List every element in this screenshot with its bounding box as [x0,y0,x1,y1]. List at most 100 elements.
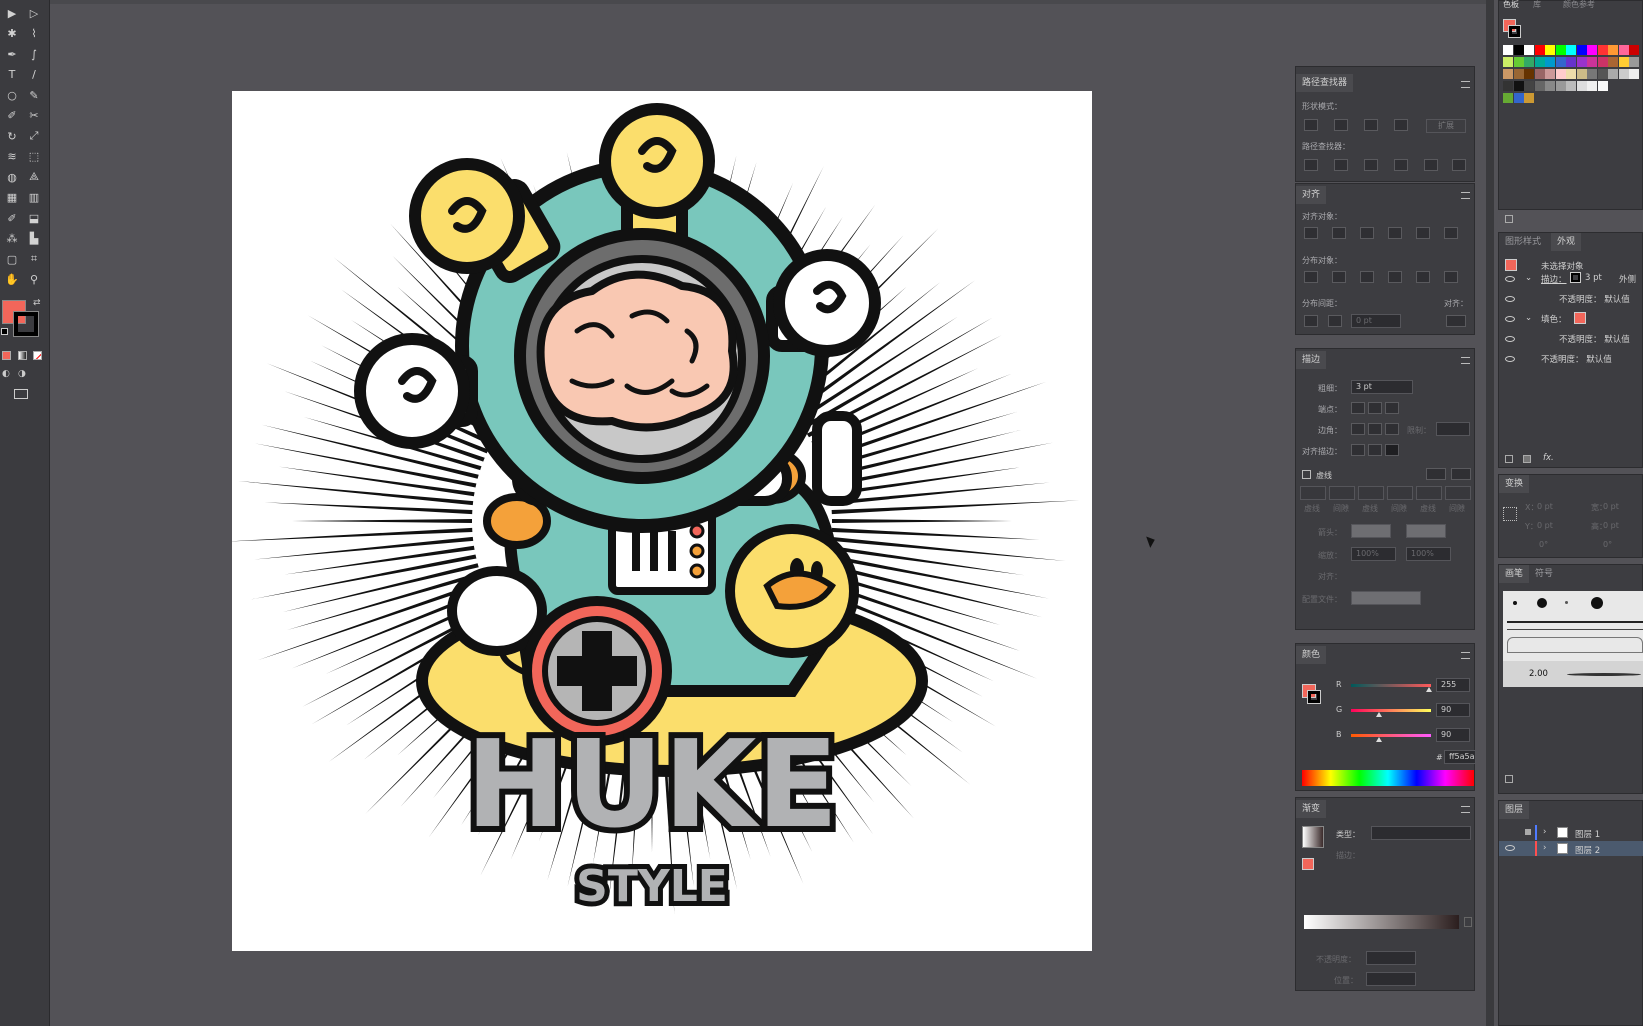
free-transform-tool-icon[interactable]: ⬚ [24,148,44,166]
spacing-field[interactable]: 0 pt [1351,314,1401,328]
dash-preserve-button[interactable] [1426,468,1446,480]
stroke-weight-value[interactable]: 3 pt [1585,273,1602,283]
channel-g-thumb[interactable] [1376,712,1382,717]
minus-back-button[interactable] [1452,159,1466,171]
color-swatch[interactable] [1576,57,1587,67]
channel-b-slider[interactable] [1351,734,1431,737]
appearance-row-label[interactable]: 不透明度： 默认值 [1541,353,1612,365]
swatch-library-icon[interactable] [1505,215,1513,223]
paintbrush-tool-icon[interactable]: ✎ [24,86,44,104]
trim-button[interactable] [1334,159,1348,171]
color-swatch[interactable] [1534,45,1545,55]
fx-button[interactable]: fx. [1543,453,1554,463]
tab-stroke[interactable]: 描边 [1296,351,1327,369]
color-swatch[interactable] [1503,93,1513,103]
zoom-tool-icon[interactable]: ⚲ [24,271,44,289]
x-value[interactable]: 0 pt [1537,502,1553,511]
artboard[interactable]: HUKE STYLE [224,91,1092,951]
gradient-mode-icon[interactable] [18,351,27,360]
panel-menu-icon[interactable] [1461,192,1470,199]
color-swatch[interactable] [1555,81,1566,91]
tab-color-guide[interactable]: 颜色参考 [1563,0,1595,10]
color-swatch[interactable] [1534,57,1545,67]
brush-library-icon[interactable] [1505,775,1513,783]
blend-tool-icon[interactable]: ⬓ [24,209,44,227]
eyedropper-tool-icon[interactable]: ✐ [2,209,22,227]
color-swatch[interactable] [1555,45,1566,55]
gap-field-2[interactable] [1387,486,1413,500]
round-cap-button[interactable] [1368,402,1382,414]
screen-mode-icon[interactable] [14,389,28,399]
color-swatch[interactable] [1587,57,1597,67]
channel-g-slider[interactable] [1351,709,1431,712]
curvature-tool-icon[interactable]: ∫ [24,45,44,63]
none-mode-icon[interactable] [33,351,42,360]
profile-dropdown[interactable] [1351,591,1421,605]
color-swatch[interactable] [1576,45,1587,55]
visibility-eye-icon[interactable] [1505,845,1515,851]
dock-scrollbar[interactable] [1486,0,1494,1026]
color-swatch[interactable] [1629,57,1639,67]
vertical-distribute-space-button[interactable] [1304,315,1318,327]
limit-field[interactable] [1436,422,1470,436]
color-swatch[interactable] [1555,57,1566,67]
color-swatch[interactable] [1618,45,1629,55]
intersect-button[interactable] [1364,119,1378,131]
delete-stop-icon[interactable] [1464,917,1472,927]
horizontal-align-center-button[interactable] [1332,227,1346,239]
color-swatch[interactable] [1597,69,1608,79]
appearance-row-label[interactable]: 不透明度： 默认值 [1559,333,1630,345]
butt-cap-button[interactable] [1351,402,1365,414]
align-stroke-center-button[interactable] [1351,444,1365,456]
color-swatch[interactable] [1566,45,1576,55]
channel-g-field[interactable]: 90 [1436,703,1470,717]
color-swatch[interactable] [1618,69,1629,79]
swatch-stroke-indicator[interactable] [1508,25,1521,38]
horizontal-align-right-button[interactable] [1360,227,1374,239]
vertical-align-bottom-button[interactable] [1444,227,1458,239]
arrow-start-dropdown[interactable] [1351,524,1391,538]
dash-align-button[interactable] [1451,468,1471,480]
appearance-row-label[interactable]: 不透明度： 默认值 [1559,293,1630,305]
gradient-tool-icon[interactable]: ▥ [24,189,44,207]
chevron-down-icon[interactable]: ⌄ [1525,313,1532,323]
color-swatch[interactable] [1566,81,1576,91]
tab-gradient[interactable]: 渐变 [1296,800,1327,818]
horizontal-distribute-space-button[interactable] [1328,315,1342,327]
chevron-down-icon[interactable]: ⌄ [1525,273,1532,283]
color-swatch[interactable] [1566,69,1576,79]
stroke-swatch[interactable] [1570,272,1581,283]
gap-field-3[interactable] [1445,486,1471,500]
visibility-eye-icon[interactable] [1505,276,1515,282]
channel-b-thumb[interactable] [1376,737,1382,742]
pen-tool-icon[interactable]: ✒ [2,45,22,63]
magic-wand-tool-icon[interactable]: ✱ [2,25,22,43]
horizontal-align-left-button[interactable] [1304,227,1318,239]
rotate-angle-value[interactable]: 0° [1539,540,1548,549]
tab-libraries[interactable]: 库 [1533,0,1541,10]
color-swatch[interactable] [1608,69,1618,79]
divide-button[interactable] [1304,159,1318,171]
vertical-distribute-bottom-button[interactable] [1360,271,1374,283]
color-swatch[interactable] [1513,45,1524,55]
color-swatch[interactable] [1587,81,1597,91]
hex-field[interactable]: ff5a5a [1444,750,1476,764]
horizontal-distribute-center-button[interactable] [1416,271,1430,283]
line-tool-icon[interactable]: / [24,66,44,84]
gradient-slider[interactable] [1304,915,1459,929]
align-to-dropdown[interactable] [1446,315,1466,327]
tab-align[interactable]: 对齐 [1296,186,1327,204]
tab-brushes[interactable]: 画笔 [1499,565,1530,583]
visibility-eye-icon[interactable] [1505,316,1515,322]
scissors-tool-icon[interactable]: ✂ [24,107,44,125]
w-value[interactable]: 0 pt [1603,502,1619,511]
dash-field-2[interactable] [1358,486,1384,500]
panel-menu-icon[interactable] [1461,81,1470,88]
color-swatch[interactable] [1587,69,1597,79]
visibility-eye-icon[interactable] [1505,356,1515,362]
color-swatch[interactable] [1503,45,1513,55]
round-join-button[interactable] [1368,423,1382,435]
column-graph-tool-icon[interactable]: ▙ [24,230,44,248]
color-spectrum[interactable] [1302,770,1474,786]
color-stroke-swatch[interactable] [1307,690,1321,704]
